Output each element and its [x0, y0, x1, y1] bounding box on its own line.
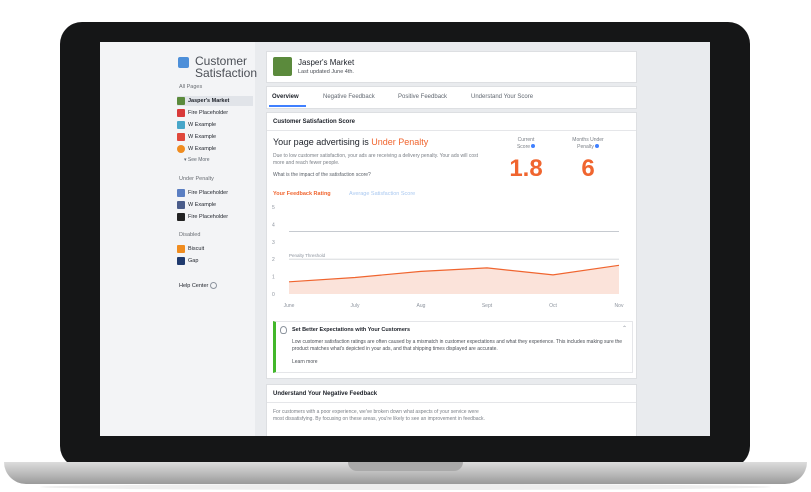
page-icon: [177, 201, 185, 209]
x-tick-label: Oct: [549, 303, 557, 309]
legend-average-score[interactable]: Average Satisfaction Score: [349, 191, 415, 197]
impact-link[interactable]: What is the impact of the satisfaction s…: [273, 172, 371, 178]
avatar: [273, 57, 292, 76]
sidebar-item-label: Fire Placeholder: [188, 190, 229, 196]
sidebar-item-label: Jasper's Market: [188, 98, 230, 104]
last-updated: Last updated June 4th.: [298, 69, 354, 75]
app-title: Customer Satisfaction: [195, 54, 258, 80]
tab-positive-feedback[interactable]: Positive Feedback: [398, 94, 447, 100]
customer-satisfaction-icon: [178, 57, 189, 68]
laptop-shadow: [40, 484, 771, 490]
screen: Customer Satisfaction All Pages Jasper's…: [100, 42, 710, 436]
page-icon: [177, 109, 185, 117]
see-more-link[interactable]: ▾ See More: [184, 157, 210, 163]
negative-card-body: For customers with a poor experience, we…: [273, 409, 485, 422]
feedback-chart: 0 1 2 3 4 5 Penalty Threshold June July Aug Sept Oc…: [272, 205, 624, 309]
sidebar-item-gap[interactable]: Gap: [177, 256, 253, 266]
page-icon: [177, 133, 185, 141]
sidebar-item-w-example[interactable]: W Example: [177, 132, 253, 142]
page-icon: [177, 257, 185, 265]
lightbulb-icon: [280, 326, 287, 334]
y-tick-label: 0: [272, 292, 275, 298]
help-icon: [210, 282, 218, 289]
page-icon: [177, 189, 185, 197]
sidebar-item-label: W Example: [188, 146, 217, 152]
sidebar-item-jaspers-market[interactable]: Jasper's Market: [177, 96, 253, 106]
current-score-value: 1.8: [509, 155, 543, 182]
current-score-label: Current Score: [511, 137, 541, 150]
sidebar-item-fire-placeholder[interactable]: Fire Placeholder: [177, 188, 253, 198]
tab-negative-feedback[interactable]: Negative Feedback: [323, 94, 375, 100]
active-tab-indicator: [269, 105, 306, 107]
y-tick-label: 5: [272, 205, 275, 211]
score-card: Customer Satisfaction Score Your page ad…: [266, 112, 637, 379]
learn-more-link[interactable]: Learn more: [292, 359, 318, 365]
y-tick-label: 2: [272, 257, 275, 263]
divider: [267, 130, 636, 131]
page-icon: [177, 97, 185, 105]
collapse-icon[interactable]: ⌃: [622, 325, 627, 332]
section-under-penalty: Under Penalty: [179, 176, 214, 182]
sidebar-item-biscuit[interactable]: Biscuit: [177, 244, 253, 254]
y-tick-label: 1: [272, 275, 275, 281]
brand: Customer Satisfaction: [178, 55, 265, 79]
sidebar-item-w-example[interactable]: W Example: [177, 120, 253, 130]
tip-card: Set Better Expectations with Your Custom…: [273, 321, 633, 373]
laptop-notch: [348, 462, 463, 471]
negative-feedback-card: Understand Your Negative Feedback For cu…: [266, 384, 637, 436]
threshold-label: Penalty Threshold: [289, 253, 326, 258]
tab-overview[interactable]: Overview: [272, 94, 299, 100]
sidebar-item-label: W Example: [188, 202, 217, 208]
page-icon: [177, 121, 185, 129]
x-tick-label: June: [284, 303, 295, 309]
tip-body: Low customer satisfaction ratings are of…: [292, 339, 623, 352]
sidebar: Customer Satisfaction All Pages Jasper's…: [100, 42, 257, 436]
sidebar-item-label: W Example: [188, 134, 217, 140]
negative-card-title: Understand Your Negative Feedback: [273, 391, 378, 397]
info-icon[interactable]: [531, 144, 536, 149]
legend-feedback-rating[interactable]: Your Feedback Rating: [273, 191, 331, 197]
page-icon: [177, 145, 185, 153]
page-icon: [177, 213, 185, 221]
sidebar-item-w-example[interactable]: W Example: [177, 144, 253, 154]
page-icon: [177, 245, 185, 253]
score-card-title: Customer Satisfaction Score: [273, 119, 356, 125]
sidebar-item-fire-placeholder[interactable]: Fire Placeholder: [177, 212, 253, 222]
penalty-status: Under Penalty: [371, 137, 429, 147]
penalty-description: Due to low customer satisfaction, your a…: [273, 153, 479, 166]
sidebar-item-fire-placeholder[interactable]: Fire Placeholder: [177, 108, 253, 118]
y-tick-label: 4: [272, 222, 275, 228]
penalty-headline: Your page advertising is Under Penalty: [273, 137, 428, 147]
sidebar-item-w-example[interactable]: W Example: [177, 200, 253, 210]
section-disabled: Disabled: [179, 232, 201, 238]
headline-prefix: Your page advertising is: [273, 137, 372, 147]
x-tick-label: Nov: [615, 303, 624, 309]
tab-understand-score[interactable]: Understand Your Score: [471, 94, 533, 100]
see-more-label: See More: [187, 157, 210, 163]
section-all-pages: All Pages: [179, 84, 203, 90]
sidebar-item-label: W Example: [188, 122, 217, 128]
months-label-text: Months Under Penalty: [572, 137, 604, 150]
x-tick-label: Aug: [417, 303, 426, 309]
months-under-penalty-value: 6: [581, 155, 595, 182]
info-icon[interactable]: [594, 144, 599, 149]
page-header: Jasper's Market Last updated June 4th.: [266, 51, 637, 83]
help-center-link[interactable]: Help Center: [179, 282, 218, 289]
y-tick-label: 3: [272, 240, 275, 246]
x-tick-label: Sept: [482, 303, 493, 309]
help-center-label: Help Center: [179, 282, 209, 289]
months-under-penalty-label: Months Under Penalty: [568, 137, 608, 150]
sidebar-item-label: Gap: [188, 258, 199, 264]
sidebar-item-label: Fire Placeholder: [188, 214, 229, 220]
divider: [267, 402, 636, 403]
sidebar-item-label: Fire Placeholder: [188, 110, 229, 116]
x-tick-label: July: [351, 303, 360, 309]
tip-title: Set Better Expectations with Your Custom…: [292, 327, 411, 333]
tab-bar: Overview Negative Feedback Positive Feed…: [266, 86, 637, 109]
page-title: Jasper's Market: [298, 58, 355, 67]
sidebar-item-label: Biscuit: [188, 246, 205, 252]
